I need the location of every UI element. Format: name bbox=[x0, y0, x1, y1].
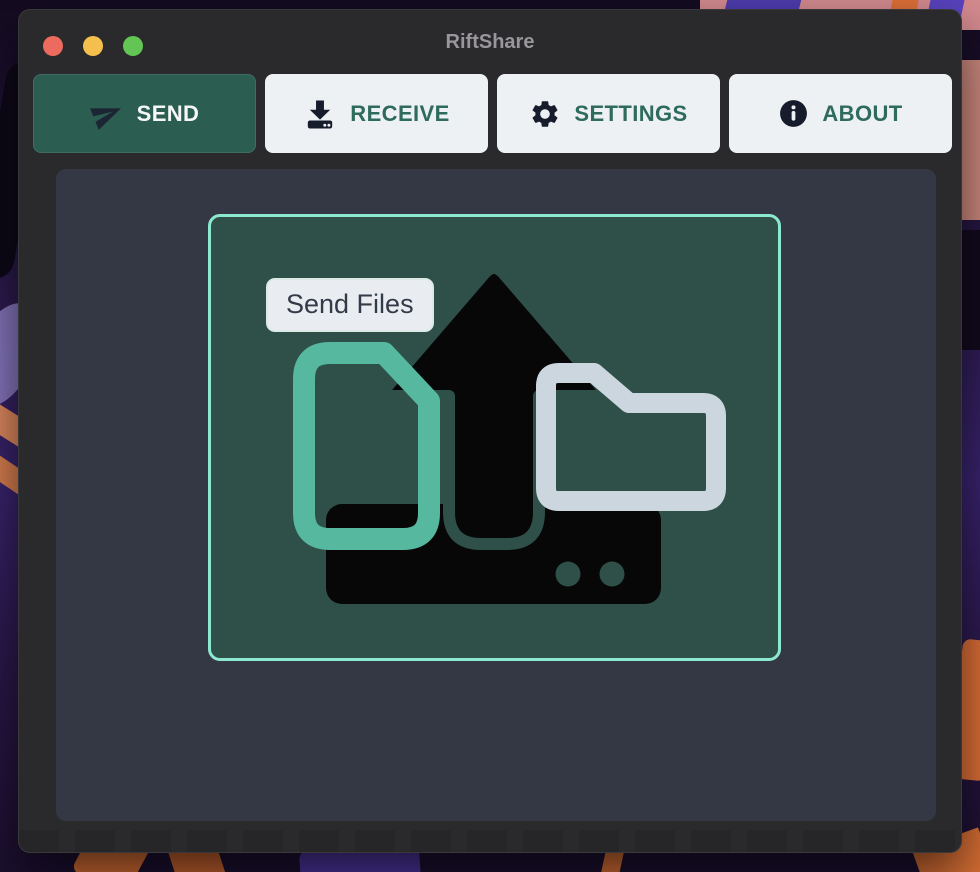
tab-about-label: ABOUT bbox=[822, 101, 902, 127]
gear-icon bbox=[529, 98, 561, 130]
info-icon bbox=[778, 98, 809, 129]
tab-settings[interactable]: SETTINGS bbox=[497, 74, 720, 153]
window-title: RiftShare bbox=[19, 10, 961, 74]
tab-receive-label: RECEIVE bbox=[350, 101, 449, 127]
download-tray-icon bbox=[303, 97, 337, 131]
send-panel: Send Files bbox=[56, 169, 936, 821]
tab-settings-label: SETTINGS bbox=[574, 101, 687, 127]
tab-receive[interactable]: RECEIVE bbox=[265, 74, 488, 153]
send-files-label[interactable]: Send Files bbox=[266, 278, 434, 332]
title-bar: RiftShare bbox=[19, 10, 961, 74]
tab-send-label: SEND bbox=[137, 101, 200, 127]
tab-bar: SEND RECEIVE SETTINGS bbox=[33, 74, 952, 153]
tab-about[interactable]: ABOUT bbox=[729, 74, 952, 153]
paper-plane-icon bbox=[90, 97, 124, 131]
riftshare-window: RiftShare SEND RECEIV bbox=[18, 9, 962, 853]
send-files-dropzone[interactable]: Send Files bbox=[208, 214, 781, 661]
tab-send[interactable]: SEND bbox=[33, 74, 256, 153]
